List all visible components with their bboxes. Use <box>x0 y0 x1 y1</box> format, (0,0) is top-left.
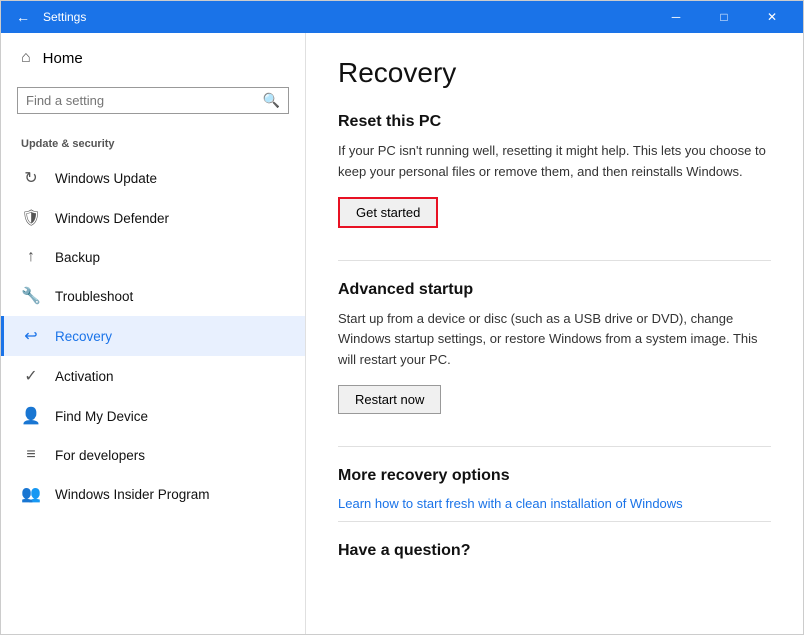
windows-insider-icon: 👥 <box>21 484 41 504</box>
maximize-button[interactable]: □ <box>701 1 747 33</box>
close-button[interactable]: ✕ <box>749 1 795 33</box>
page-title: Recovery <box>338 57 771 89</box>
reset-pc-title: Reset this PC <box>338 113 771 131</box>
titlebar: ← Settings ─ □ ✕ <box>1 1 803 33</box>
sidebar-item-label: Windows Update <box>55 171 157 186</box>
more-recovery-section: More recovery options Learn how to start… <box>338 467 771 513</box>
sidebar-item-label: Windows Insider Program <box>55 487 210 502</box>
divider-2 <box>338 446 771 447</box>
restart-now-button[interactable]: Restart now <box>338 385 441 414</box>
advanced-startup-desc: Start up from a device or disc (such as … <box>338 309 771 371</box>
divider-3 <box>338 521 771 522</box>
backup-icon: ↑ <box>21 248 41 266</box>
advanced-startup-title: Advanced startup <box>338 281 771 299</box>
sidebar-item-backup[interactable]: ↑ Backup <box>1 238 305 276</box>
main-content: Recovery Reset this PC If your PC isn't … <box>306 33 803 634</box>
recovery-icon: ↩ <box>21 326 41 346</box>
sidebar-item-windows-insider[interactable]: 👥 Windows Insider Program <box>1 474 305 514</box>
more-recovery-title: More recovery options <box>338 467 771 485</box>
sidebar-item-recovery[interactable]: ↩ Recovery <box>1 316 305 356</box>
sidebar-item-label: Activation <box>55 369 114 384</box>
activation-icon: ✓ <box>21 366 41 386</box>
windows-defender-icon: 🛡 <box>21 208 41 228</box>
search-icon: 🔍 <box>263 92 280 109</box>
sidebar-item-label: Troubleshoot <box>55 289 133 304</box>
back-button[interactable]: ← <box>9 3 37 31</box>
sidebar-item-label: Recovery <box>55 329 112 344</box>
search-input[interactable] <box>26 93 263 108</box>
sidebar-item-label: Backup <box>55 250 100 265</box>
window-title: Settings <box>43 10 653 24</box>
for-developers-icon: ≡ <box>21 446 41 464</box>
sidebar-item-label: Windows Defender <box>55 211 169 226</box>
windows-update-icon: ↻ <box>21 168 41 188</box>
sidebar-item-for-developers[interactable]: ≡ For developers <box>1 436 305 474</box>
sidebar-item-windows-defender[interactable]: 🛡 Windows Defender <box>1 198 305 238</box>
sidebar-item-label: For developers <box>55 448 145 463</box>
reset-pc-desc: If your PC isn't running well, resetting… <box>338 141 771 183</box>
troubleshoot-icon: 🔧 <box>21 286 41 306</box>
window-controls: ─ □ ✕ <box>653 1 795 33</box>
content-area: ⌂ Home 🔍 Update & security ↻ Windows Upd… <box>1 33 803 634</box>
find-my-device-icon: 👤 <box>21 406 41 426</box>
have-question-title: Have a question? <box>338 542 771 560</box>
clean-install-link[interactable]: Learn how to start fresh with a clean in… <box>338 496 683 511</box>
sidebar-item-label: Find My Device <box>55 409 148 424</box>
get-started-button[interactable]: Get started <box>338 197 438 228</box>
divider-1 <box>338 260 771 261</box>
sidebar-item-find-my-device[interactable]: 👤 Find My Device <box>1 396 305 436</box>
sidebar-item-home[interactable]: ⌂ Home <box>1 33 305 83</box>
search-box[interactable]: 🔍 <box>17 87 289 114</box>
sidebar-item-windows-update[interactable]: ↻ Windows Update <box>1 158 305 198</box>
reset-pc-section: Reset this PC If your PC isn't running w… <box>338 113 771 252</box>
have-question-section: Have a question? <box>338 542 771 560</box>
settings-window: ← Settings ─ □ ✕ ⌂ Home 🔍 Update & secur… <box>0 0 804 635</box>
advanced-startup-section: Advanced startup Start up from a device … <box>338 281 771 438</box>
home-label: Home <box>43 50 83 67</box>
minimize-button[interactable]: ─ <box>653 1 699 33</box>
sidebar: ⌂ Home 🔍 Update & security ↻ Windows Upd… <box>1 33 306 634</box>
sidebar-section-label: Update & security <box>1 130 305 158</box>
home-icon: ⌂ <box>21 49 31 67</box>
sidebar-item-troubleshoot[interactable]: 🔧 Troubleshoot <box>1 276 305 316</box>
sidebar-item-activation[interactable]: ✓ Activation <box>1 356 305 396</box>
